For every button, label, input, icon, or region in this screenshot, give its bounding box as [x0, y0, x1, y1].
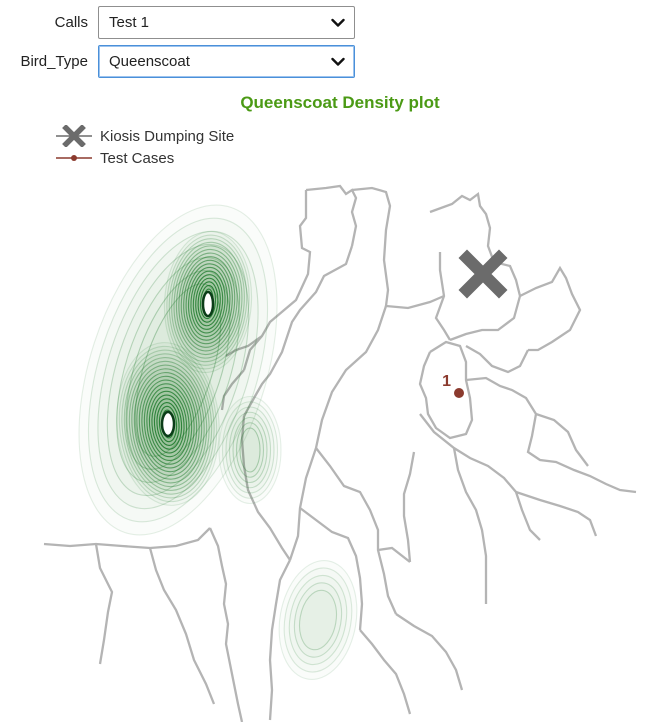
boundary-line-27 [359, 629, 412, 715]
boundary-line-9 [519, 265, 582, 352]
satellite-contour [239, 427, 261, 473]
boundary-line-2 [305, 184, 358, 247]
boundary-line-15 [515, 490, 598, 537]
boundary-line-17 [402, 451, 416, 563]
boundary-line-22 [208, 527, 244, 722]
density-peak-1 [201, 290, 215, 318]
map-markers: 1 [442, 249, 508, 398]
density-peak-2 [160, 410, 176, 438]
boundary-line-23 [94, 543, 114, 665]
density-map: 1 [43, 184, 637, 722]
test-case-label: 1 [442, 373, 451, 390]
boundary-line-3 [351, 186, 445, 310]
boundary-line-16 [452, 447, 488, 604]
boundary-line-7 [434, 252, 451, 341]
dumping-site-marker [458, 249, 508, 299]
boundary-line-6 [429, 191, 496, 263]
boundary-line-28 [395, 613, 464, 691]
density-contours [78, 204, 358, 681]
boundary-line-10 [465, 345, 530, 374]
boundary-line-24 [148, 547, 216, 705]
boundary-line-5 [288, 305, 388, 561]
test-case-point [454, 388, 464, 398]
dumping-site-x [458, 249, 508, 299]
boundary-line-13 [535, 412, 589, 467]
boundary-line-12 [465, 376, 637, 494]
boundary-line-20 [377, 546, 411, 563]
